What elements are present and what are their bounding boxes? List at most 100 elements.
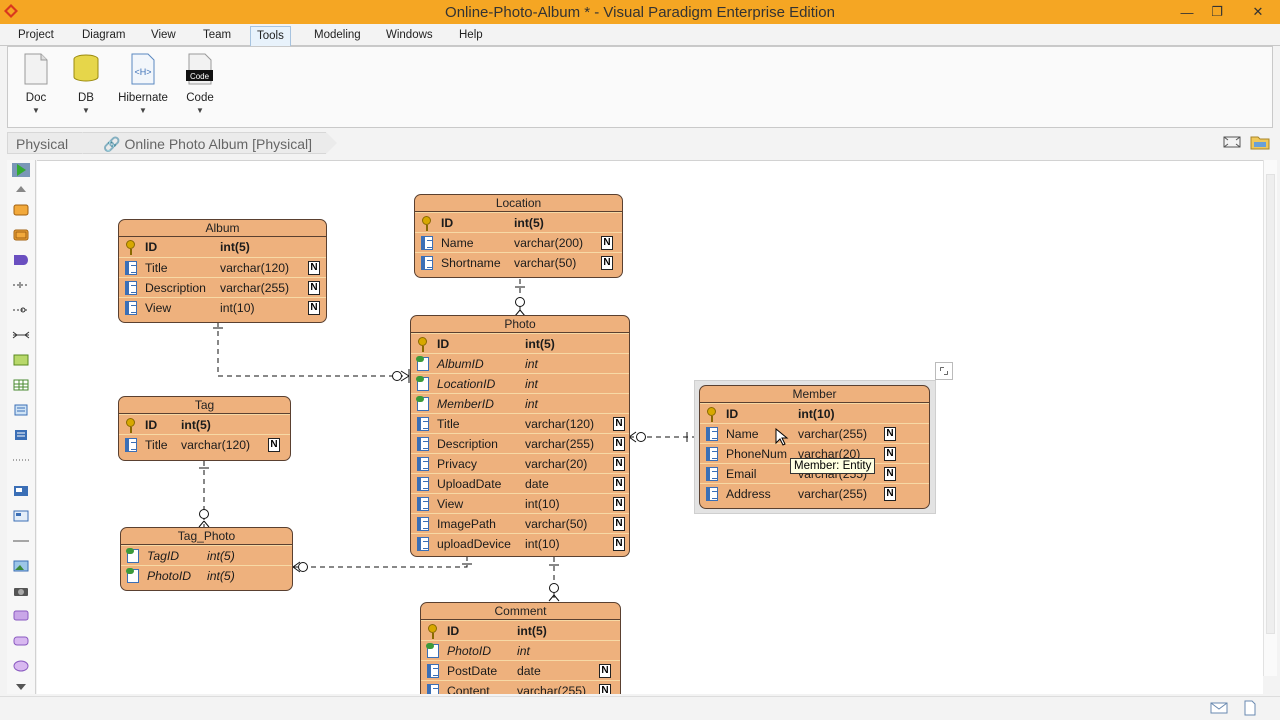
entity-name: Album (119, 220, 326, 237)
resize-handle-icon[interactable] (935, 362, 953, 380)
column-row[interactable]: Name varchar(200) N (415, 232, 622, 252)
scroll-up-icon[interactable] (12, 182, 30, 196)
rectangle-tool-icon[interactable] (12, 634, 30, 648)
mail-icon[interactable] (1210, 701, 1228, 715)
entity-tool-icon[interactable] (12, 203, 30, 217)
column-row[interactable]: ImagePath varchar(50) N (411, 513, 629, 533)
code-button[interactable]: Code Code ▼ (175, 53, 225, 115)
tab-help[interactable]: Help (453, 26, 489, 47)
column-row[interactable]: Description varchar(255) N (411, 433, 629, 453)
column-row[interactable]: PhotoID int(5) (121, 565, 292, 585)
column-row[interactable]: PostDate date N (421, 660, 620, 680)
tab-tools[interactable]: Tools (250, 26, 291, 47)
column-row[interactable]: Address varchar(255) N (700, 483, 929, 503)
view-tool-icon[interactable] (12, 228, 30, 242)
column-icon (421, 236, 433, 250)
scroll-down-icon[interactable] (12, 680, 30, 694)
tab-modeling[interactable]: Modeling (308, 26, 367, 47)
table-tool-icon[interactable] (12, 353, 30, 367)
close-button[interactable]: ✕ (1236, 0, 1280, 24)
entity-photo[interactable]: Photo ID int(5) AlbumID int LocationID int … (410, 315, 630, 557)
column-row[interactable]: PhotoID int (421, 640, 620, 660)
tab-diagram[interactable]: Diagram (76, 26, 131, 47)
vertical-scrollbar[interactable] (1263, 160, 1277, 676)
column-type: varchar(50) (525, 517, 588, 531)
relationship-tool-icon[interactable] (12, 278, 30, 292)
comment-tool-icon[interactable] (12, 609, 30, 623)
entity-comment[interactable]: Comment ID int(5) PhotoID int PostDate date… (420, 602, 621, 694)
status-bar (0, 696, 1280, 720)
column-row[interactable]: Shortname varchar(50) N (415, 252, 622, 272)
column-row[interactable]: ID int(5) (411, 333, 629, 353)
maximize-button[interactable]: ❐ (1202, 0, 1232, 24)
camera-tool-icon[interactable] (12, 584, 30, 598)
column-row[interactable]: Name varchar(255) N (700, 423, 929, 443)
tab-project[interactable]: Project (12, 26, 60, 47)
entity-tag-photo[interactable]: Tag_Photo TagID int(5) PhotoID int(5) (120, 527, 293, 591)
tab-team[interactable]: Team (197, 26, 237, 47)
many-to-many-tool-icon[interactable] (12, 328, 30, 342)
trigger-tool-icon[interactable] (12, 428, 30, 442)
app-logo-icon[interactable] (4, 4, 18, 18)
line-tool-icon[interactable] (12, 534, 30, 548)
procedure-tool-icon[interactable] (12, 253, 30, 267)
column-row[interactable]: UploadDate date N (411, 473, 629, 493)
column-row[interactable]: ID int(5) (119, 414, 290, 434)
entity-tag[interactable]: Tag ID int(5) Title varchar(120) N (118, 396, 291, 461)
key-icon (707, 407, 716, 422)
column-row[interactable]: ID int(10) (700, 403, 929, 423)
column-name: PhotoID (447, 644, 492, 658)
column-row[interactable]: Title varchar(120) N (119, 257, 326, 277)
column-row[interactable]: Title varchar(120) N (411, 413, 629, 433)
column-row[interactable]: ID int(5) (421, 620, 620, 640)
tab-windows[interactable]: Windows (380, 26, 439, 47)
window-title: Online-Photo-Album * - Visual Paradigm E… (445, 3, 835, 21)
column-name: Address (726, 487, 771, 501)
diagram-canvas[interactable]: Album ID int(5) Title varchar(120) N Descri… (37, 160, 1263, 694)
column-type: int(5) (181, 418, 211, 432)
entity-album[interactable]: Album ID int(5) Title varchar(120) N Descri… (118, 219, 327, 323)
column-icon (706, 427, 718, 441)
column-row[interactable]: LocationID int (411, 373, 629, 393)
column-row[interactable]: MemberID int (411, 393, 629, 413)
column-row[interactable]: View int(10) N (411, 493, 629, 513)
breadcrumb-physical[interactable]: Physical (7, 132, 94, 154)
column-type: int (525, 397, 538, 411)
tab-view[interactable]: View (145, 26, 182, 47)
oval-tool-icon[interactable] (12, 659, 30, 673)
folder-icon[interactable] (1250, 134, 1270, 150)
column-row[interactable]: ID int(5) (119, 237, 326, 257)
column-row[interactable]: Content varchar(255) N (421, 680, 620, 694)
column-type: int(5) (514, 216, 544, 230)
column-row[interactable]: TagID int(5) (121, 545, 292, 565)
breadcrumb-diagram[interactable]: 🔗 Online Photo Album [Physical] (82, 132, 337, 154)
entity-name: Tag (119, 397, 290, 414)
package-tool-icon[interactable] (12, 484, 30, 498)
one-to-many-tool-icon[interactable] (12, 303, 30, 317)
column-row[interactable]: uploadDevice int(10) N (411, 533, 629, 553)
nullable-icon: N (599, 684, 611, 694)
column-row[interactable]: ID int(5) (415, 212, 622, 232)
doc-button[interactable]: Doc ▼ (11, 53, 61, 115)
column-name: Title (145, 438, 168, 452)
hibernate-button[interactable]: <H> Hibernate ▼ (118, 53, 168, 115)
column-name: View (437, 497, 464, 511)
db-button[interactable]: DB ▼ (61, 53, 111, 115)
column-row[interactable]: Title varchar(120) N (119, 434, 290, 454)
minimize-button[interactable]: — (1172, 0, 1202, 24)
document-icon[interactable] (1242, 700, 1258, 716)
select-tool-icon[interactable] (12, 163, 30, 177)
fit-diagram-icon[interactable] (1222, 134, 1242, 150)
column-row[interactable]: Description varchar(255) N (119, 277, 326, 297)
entity-member[interactable]: Member ID int(10) Name varchar(255) N Phone… (699, 385, 930, 509)
sequence-tool-icon[interactable] (12, 403, 30, 417)
entity-location[interactable]: Location ID int(5) Name varchar(200) N Shor… (414, 194, 623, 278)
column-row[interactable]: AlbumID int (411, 353, 629, 373)
column-row[interactable]: View int(10) N (119, 297, 326, 317)
grid-tool-icon[interactable] (12, 378, 30, 392)
tagphoto-photo-connector (293, 557, 468, 568)
image-tool-icon[interactable] (12, 559, 30, 573)
scrollbar-thumb[interactable] (1266, 174, 1275, 634)
model-tool-icon[interactable] (12, 509, 30, 523)
column-row[interactable]: Privacy varchar(20) N (411, 453, 629, 473)
